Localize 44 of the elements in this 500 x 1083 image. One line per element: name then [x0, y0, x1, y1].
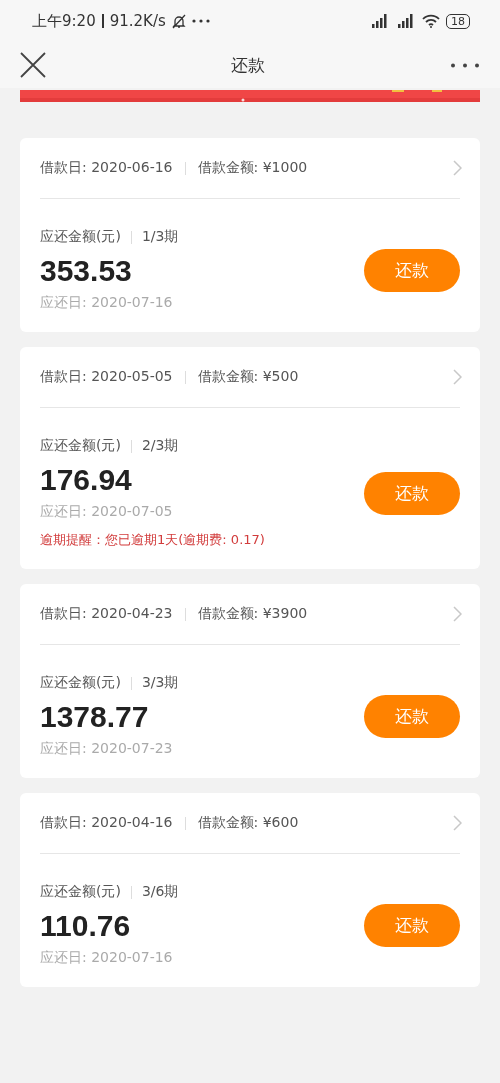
- wifi-icon: [422, 14, 440, 28]
- amount-label: 应还金额(元): [40, 228, 121, 246]
- more-icon[interactable]: [450, 62, 480, 68]
- signal-icon: [370, 14, 390, 28]
- installment-period: 2/3期: [141, 437, 179, 455]
- due-date: 应还日: 2020-07-16: [40, 294, 174, 312]
- loan-date: 借款日: 2020-04-23: [40, 605, 173, 623]
- page-title: 还款: [231, 53, 265, 77]
- amount-label: 应还金额(元): [40, 883, 121, 901]
- overdue-notice: 逾期提醒：您已逾期1天(逾期费: 0.17): [40, 531, 265, 549]
- loan-amount: 借款金额: ¥600: [197, 814, 299, 832]
- amount-due: 353.53: [40, 254, 133, 288]
- installment-period: 3/6期: [141, 883, 179, 901]
- chevron-right-icon[interactable]: [453, 160, 462, 176]
- amount-due: 110.76: [40, 909, 132, 943]
- due-date: 应还日: 2020-07-16: [40, 949, 174, 967]
- amount-label: 应还金额(元): [40, 437, 121, 455]
- amount-due: 1378.77: [40, 700, 150, 734]
- network-speed: 91.2K/s: [109, 12, 166, 30]
- loan-card[interactable]: 借款日: 2020-04-16 借款金额: ¥600 应还金额(元) 3/6期 110.76 应还日: 2020-07-16 还款: [20, 793, 480, 987]
- chevron-right-icon[interactable]: [453, 606, 462, 622]
- loan-card[interactable]: 借款日: 2020-04-23 借款金额: ¥3900 应还金额(元) 3/3期 1378.77 应还日: 2020-07-23 还款: [20, 584, 480, 778]
- amount-label: 应还金额(元): [40, 674, 121, 692]
- battery-indicator: 18: [446, 13, 470, 29]
- signal-icon: [396, 14, 416, 28]
- loan-amount: 借款金额: ¥500: [197, 368, 299, 386]
- bell-muted-icon: [171, 13, 186, 29]
- status-time: 上午9:20: [32, 11, 96, 31]
- loan-amount: 借款金额: ¥1000: [197, 159, 308, 177]
- more-icon: [191, 19, 210, 23]
- chevron-right-icon[interactable]: [453, 369, 462, 385]
- installment-period: 3/3期: [141, 674, 179, 692]
- chevron-right-icon[interactable]: [453, 815, 462, 831]
- close-icon[interactable]: [20, 52, 46, 78]
- loan-card[interactable]: 借款日: 2020-05-05 借款金额: ¥500 应还金额(元) 2/3期 176.94 应还日: 2020-07-05 逾期提醒：您已逾期1天(逾期费: 0.17) 还款: [20, 347, 480, 569]
- loan-amount: 借款金额: ¥3900: [197, 605, 308, 623]
- loan-date: 借款日: 2020-04-16: [40, 814, 173, 832]
- loan-card[interactable]: 借款日: 2020-06-16 借款金额: ¥1000 应还金额(元) 1/3期 353.53 应还日: 2020-07-16 还款: [20, 138, 480, 332]
- loan-date: 借款日: 2020-05-05: [40, 368, 173, 386]
- due-date: 应还日: 2020-07-23: [40, 740, 174, 758]
- due-date: 应还日: 2020-07-05: [40, 503, 174, 521]
- loan-date: 借款日: 2020-06-16: [40, 159, 173, 177]
- installment-period: 1/3期: [141, 228, 179, 246]
- amount-due: 176.94: [40, 463, 133, 497]
